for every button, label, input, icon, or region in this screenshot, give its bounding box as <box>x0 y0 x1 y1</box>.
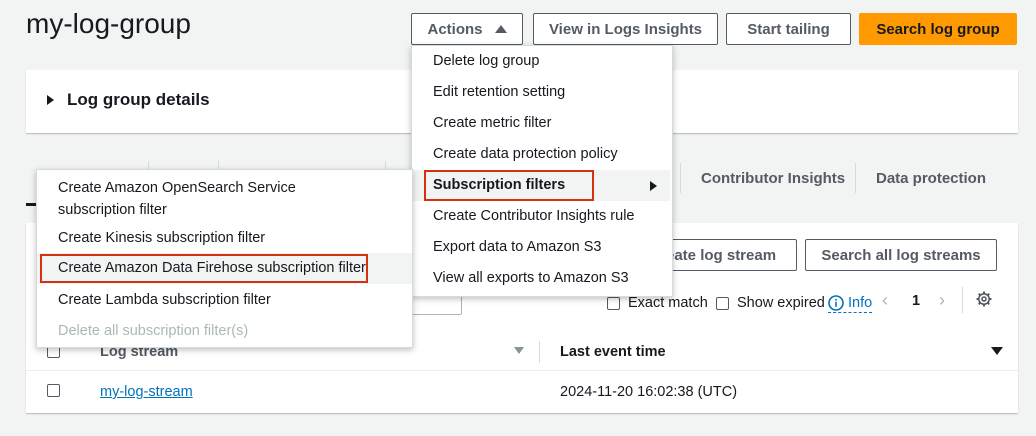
subscription-filters-submenu: Create Amazon OpenSearch Service subscri… <box>36 169 413 348</box>
show-expired-checkbox[interactable] <box>716 297 729 310</box>
submenu-caret-icon <box>650 181 657 191</box>
subscription-filters-label: Subscription filters <box>433 177 566 193</box>
menu-item-edit-retention[interactable]: Edit retention setting <box>412 84 672 100</box>
menu-item-create-metric-filter[interactable]: Create metric filter <box>412 115 672 131</box>
menu-item-create-data-protection-policy[interactable]: Create data protection policy <box>412 146 672 162</box>
actions-button[interactable]: Actions <box>411 13 523 45</box>
next-page-icon[interactable]: › <box>939 290 945 311</box>
tab-divider <box>855 163 856 193</box>
tab-data-protection[interactable]: Data protection <box>876 170 986 187</box>
search-log-group-button[interactable]: Search log group <box>859 13 1017 45</box>
gear-icon[interactable] <box>976 291 992 307</box>
submenu-item-opensearch[interactable]: Create Amazon OpenSearch Service subscri… <box>37 177 367 221</box>
submenu-item-lambda[interactable]: Create Lambda subscription filter <box>37 292 412 308</box>
tab-contributor-insights[interactable]: Contributor Insights <box>701 170 845 187</box>
search-all-log-streams-button[interactable]: Search all log streams <box>805 239 997 271</box>
info-icon <box>828 295 844 311</box>
menu-item-export-to-s3[interactable]: Export data to Amazon S3 <box>412 239 672 255</box>
submenu-item-delete-all: Delete all subscription filter(s) <box>58 323 249 339</box>
caret-up-icon <box>494 25 507 33</box>
view-logs-insights-button[interactable]: View in Logs Insights <box>533 13 718 45</box>
submenu-item-firehose[interactable]: Create Amazon Data Firehose subscription… <box>37 253 412 284</box>
firehose-label: Create Amazon Data Firehose subscription… <box>58 260 366 276</box>
tab-divider <box>680 163 681 193</box>
expand-caret-icon[interactable] <box>47 95 54 105</box>
create-log-stream-button[interactable]: eate log stream <box>654 239 797 271</box>
sort-down-icon[interactable] <box>514 347 524 354</box>
column-divider <box>539 341 540 363</box>
col-last-event-time[interactable]: Last event time <box>560 344 666 360</box>
prev-page-icon[interactable]: ‹ <box>882 290 888 311</box>
log-stream-link[interactable]: my-log-stream <box>100 384 193 400</box>
last-event-time: 2024-11-20 16:02:38 (UTC) <box>560 384 738 400</box>
info-link[interactable]: Info <box>828 295 873 313</box>
exact-match-label: Exact match <box>628 295 708 311</box>
menu-item-subscription-filters[interactable]: Subscription filters <box>412 170 670 201</box>
info-label: Info <box>848 295 873 311</box>
show-expired-label: Show expired <box>737 295 825 311</box>
sort-caret-icon[interactable] <box>991 347 1003 355</box>
pager-divider <box>962 287 963 313</box>
page-title: my-log-group <box>26 8 191 39</box>
log-group-details-heading[interactable]: Log group details <box>67 90 210 110</box>
start-tailing-button[interactable]: Start tailing <box>726 13 851 45</box>
actions-menu: Delete log group Edit retention setting … <box>411 45 673 297</box>
table-row: my-log-stream 2024-11-20 16:02:38 (UTC) <box>26 371 1018 413</box>
submenu-item-kinesis[interactable]: Create Kinesis subscription filter <box>37 230 412 246</box>
exact-match-checkbox[interactable] <box>607 297 620 310</box>
menu-item-view-exports[interactable]: View all exports to Amazon S3 <box>412 270 672 286</box>
menu-item-delete-log-group[interactable]: Delete log group <box>412 53 672 69</box>
actions-label: Actions <box>427 20 483 38</box>
row-checkbox[interactable] <box>47 384 60 397</box>
page-number[interactable]: 1 <box>912 293 920 309</box>
menu-item-create-contributor-insights-rule[interactable]: Create Contributor Insights rule <box>412 208 672 224</box>
